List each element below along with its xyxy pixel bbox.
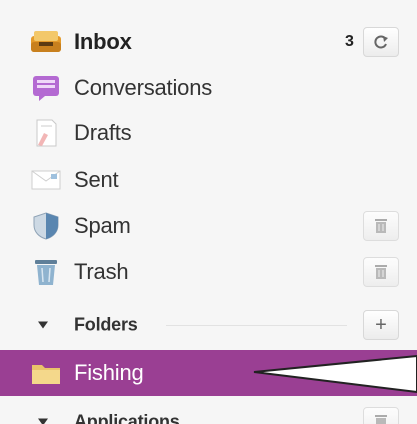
conversations-icon [30,74,62,102]
unread-count-badge: 3 [345,33,354,50]
section-title: Applications [74,411,180,424]
chevron-down-icon [38,321,48,329]
sidebar-item-inbox[interactable]: Inbox 3 [0,19,417,65]
folder-icon [30,359,62,387]
applications-section-header[interactable]: Applications [0,399,417,424]
empty-trash-icon [375,265,387,279]
sidebar-item-spam[interactable]: Spam [0,203,417,249]
sidebar-item-label: Conversations [74,75,213,100]
plus-icon: + [375,314,387,336]
empty-spam-button[interactable] [363,211,399,241]
sidebar-item-label: Sent [74,167,119,192]
trash-icon [375,415,387,424]
drafts-icon [30,119,62,147]
refresh-button[interactable] [363,27,399,57]
sidebar-item-drafts[interactable]: Drafts [0,110,417,156]
empty-spam-icon [375,219,387,233]
shield-icon [30,212,62,240]
chevron-down-icon [38,418,48,424]
trash-can-icon [30,258,62,286]
sidebar-item-folder-fishing[interactable]: Fishing [0,350,417,396]
sidebar-item-sent[interactable]: Sent [0,157,417,203]
sidebar-item-conversations[interactable]: Conversations [0,65,417,111]
sidebar-item-label: Fishing [74,360,144,385]
sidebar-item-trash[interactable]: Trash [0,249,417,295]
add-folder-button[interactable]: + [363,310,399,340]
empty-trash-button[interactable] [363,257,399,287]
mail-sidebar: Inbox 3 Conversations Drafts Sent Spam T… [0,0,417,424]
inbox-tray-icon [30,28,62,56]
section-title: Folders [74,314,138,335]
applications-settings-button[interactable] [363,407,399,424]
sidebar-item-label: Spam [74,213,131,238]
sent-icon [30,166,62,194]
folders-section-header[interactable]: Folders + [0,302,417,348]
refresh-icon [374,35,388,49]
sidebar-item-label: Trash [74,259,129,284]
sidebar-item-label: Inbox [74,29,132,54]
sidebar-item-label: Drafts [74,120,132,145]
section-divider [166,325,347,326]
